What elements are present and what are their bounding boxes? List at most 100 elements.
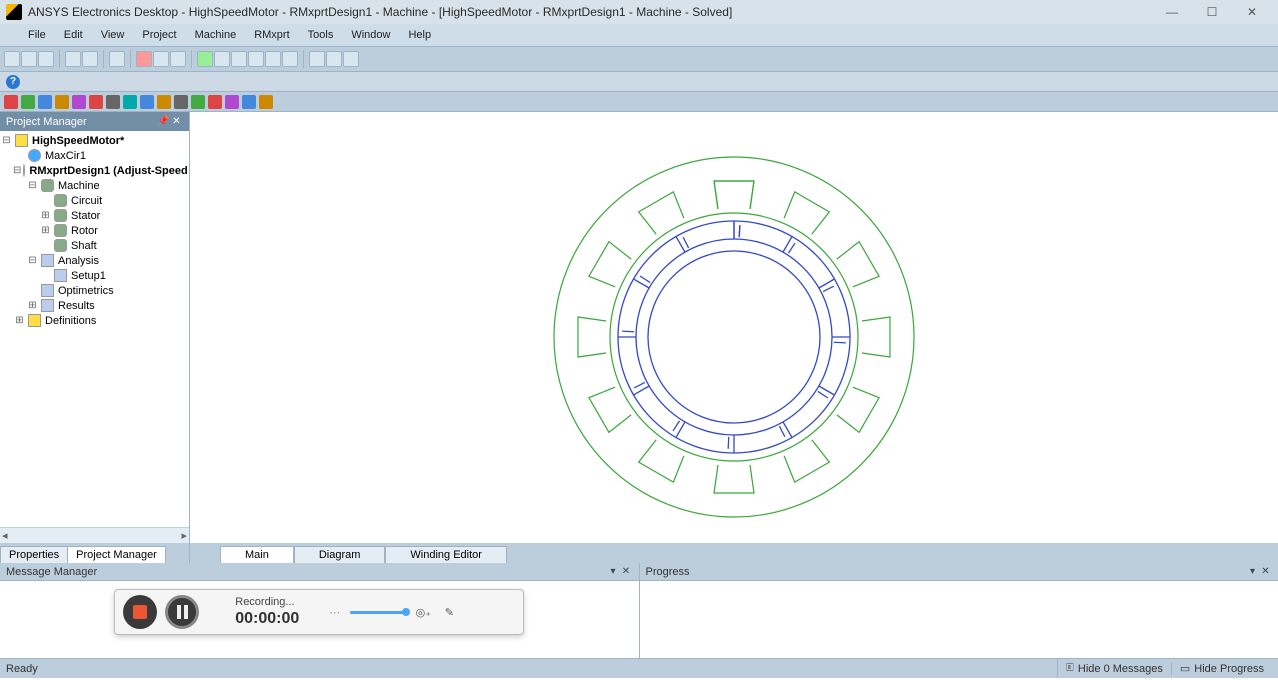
annotate-icon[interactable]: ✎: [440, 603, 458, 621]
status-bar: Ready 🗉 Hide 0 Messages ▭ Hide Progress: [0, 658, 1278, 678]
tab-main[interactable]: Main: [220, 546, 294, 563]
help-icon[interactable]: ?: [6, 75, 20, 89]
tree-node-circuit[interactable]: Circuit: [0, 193, 189, 208]
tree-node-results[interactable]: ⊞ Results: [0, 298, 189, 313]
pm-close-icon[interactable]: ✕: [170, 115, 183, 128]
tree-node-shaft[interactable]: Shaft: [0, 238, 189, 253]
tree-node-rotor[interactable]: ⊞ Rotor: [0, 223, 189, 238]
menu-view[interactable]: View: [93, 27, 133, 43]
machine-tool-13[interactable]: [208, 95, 222, 109]
machine-tool-2[interactable]: [21, 95, 35, 109]
machine-tool-10[interactable]: [157, 95, 171, 109]
progress-title: Progress: [646, 566, 690, 578]
menu-window[interactable]: Window: [343, 27, 398, 43]
pm-scrollbar[interactable]: ◂ ▸: [0, 527, 189, 543]
paste-button[interactable]: [82, 51, 98, 67]
print-button[interactable]: [109, 51, 125, 67]
progress-body[interactable]: [640, 581, 1278, 658]
tree-node-definitions[interactable]: ⊞ Definitions: [0, 313, 189, 328]
menu-help[interactable]: Help: [400, 27, 439, 43]
progress-pane: Progress ▾ ✕: [640, 563, 1278, 658]
pm-title: Project Manager: [6, 116, 87, 128]
close-button[interactable]: ✕: [1232, 2, 1272, 22]
tree-node-setup[interactable]: Setup1: [0, 268, 189, 283]
validate-button[interactable]: [197, 51, 213, 67]
machine-tool-11[interactable]: [174, 95, 188, 109]
delete-button[interactable]: [136, 51, 152, 67]
menu-project[interactable]: Project: [134, 27, 184, 43]
tab-diagram[interactable]: Diagram: [294, 546, 386, 563]
menu-tools[interactable]: Tools: [300, 27, 342, 43]
machine-tool-1[interactable]: [4, 95, 18, 109]
fit-button[interactable]: [309, 51, 325, 67]
menu-file[interactable]: File: [20, 27, 54, 43]
hide-messages-button[interactable]: 🗉 Hide 0 Messages: [1057, 659, 1171, 678]
machine-tool-14[interactable]: [225, 95, 239, 109]
menu-machine[interactable]: Machine: [187, 27, 245, 43]
pause-button[interactable]: [165, 595, 199, 629]
redo-button[interactable]: [170, 51, 186, 67]
tab-winding-editor[interactable]: Winding Editor: [385, 546, 507, 563]
shaft-icon: [54, 239, 67, 252]
design-canvas[interactable]: Main Diagram Winding Editor: [190, 112, 1278, 563]
scroll-right-icon[interactable]: ▸: [181, 529, 187, 542]
app-icon: [6, 4, 22, 20]
refresh-button[interactable]: [343, 51, 359, 67]
pan-button[interactable]: [231, 51, 247, 67]
machine-tool-3[interactable]: [38, 95, 52, 109]
recorder-menu-icon[interactable]: ⋯: [329, 606, 342, 619]
menu-rmxprt[interactable]: RMxprt: [246, 27, 297, 43]
tree-node-maxcir[interactable]: MaxCir1: [0, 148, 189, 163]
zoom-button[interactable]: [214, 51, 230, 67]
machine-tool-8[interactable]: [123, 95, 137, 109]
tree-node-machine[interactable]: ⊟ Machine: [0, 178, 189, 193]
machine-tool-15[interactable]: [242, 95, 256, 109]
tree-node-design[interactable]: ⊟ RMxprtDesign1 (Adjust-Speed Sy: [0, 163, 189, 178]
prg-close-icon[interactable]: ✕: [1259, 566, 1272, 577]
help-toolbar: ?: [0, 72, 1278, 92]
menu-bar: File Edit View Project Machine RMxprt To…: [0, 24, 1278, 46]
tab-project-manager[interactable]: Project Manager: [67, 546, 166, 563]
tree-node-optimetrics[interactable]: Optimetrics: [0, 283, 189, 298]
prg-pin-icon[interactable]: ▾: [1246, 566, 1259, 577]
machine-tool-16[interactable]: [259, 95, 273, 109]
standard-toolbar: [0, 46, 1278, 72]
machine-tool-5[interactable]: [72, 95, 86, 109]
webcam-icon[interactable]: ◎₊: [414, 603, 432, 621]
machine-tool-6[interactable]: [89, 95, 103, 109]
measure-button[interactable]: [282, 51, 298, 67]
message-manager-header: Message Manager ▾ ✕: [0, 563, 639, 581]
tree-node-analysis[interactable]: ⊟ Analysis: [0, 253, 189, 268]
machine-tool-7[interactable]: [106, 95, 120, 109]
select-button[interactable]: [265, 51, 281, 67]
volume-slider[interactable]: [350, 611, 406, 614]
menu-edit[interactable]: Edit: [56, 27, 91, 43]
machine-tool-4[interactable]: [55, 95, 69, 109]
msg-close-icon[interactable]: ✕: [620, 566, 633, 577]
open-button[interactable]: [21, 51, 37, 67]
maximize-button[interactable]: ☐: [1192, 2, 1232, 22]
new-button[interactable]: [4, 51, 20, 67]
tree-node-stator[interactable]: ⊞ Stator: [0, 208, 189, 223]
msg-pin-icon[interactable]: ▾: [607, 566, 620, 577]
copy-button[interactable]: [65, 51, 81, 67]
minimize-button[interactable]: —: [1152, 2, 1192, 22]
machine-icon: [41, 179, 54, 192]
canvas-tabs: Main Diagram Winding Editor: [190, 543, 1278, 563]
machine-tool-12[interactable]: [191, 95, 205, 109]
view3d-button[interactable]: [326, 51, 342, 67]
message-body[interactable]: Recording... 00:00:00 ⋯ ◎₊ ✎: [0, 581, 639, 658]
record-stop-button[interactable]: [123, 595, 157, 629]
save-button[interactable]: [38, 51, 54, 67]
scroll-left-icon[interactable]: ◂: [2, 529, 8, 542]
undo-button[interactable]: [153, 51, 169, 67]
project-tree[interactable]: ⊟ HighSpeedMotor* MaxCir1 ⊟ RMxprtDesign…: [0, 131, 189, 527]
pm-pin-icon[interactable]: 📌: [157, 115, 170, 128]
machine-tool-9[interactable]: [140, 95, 154, 109]
tab-properties[interactable]: Properties: [0, 546, 68, 563]
tree-node-project[interactable]: ⊟ HighSpeedMotor*: [0, 133, 189, 148]
rotate-button[interactable]: [248, 51, 264, 67]
message-manager-pane: Message Manager ▾ ✕ Recording... 00:00:0…: [0, 563, 640, 658]
hide-progress-button[interactable]: ▭ Hide Progress: [1171, 662, 1272, 675]
project-icon: [15, 134, 28, 147]
